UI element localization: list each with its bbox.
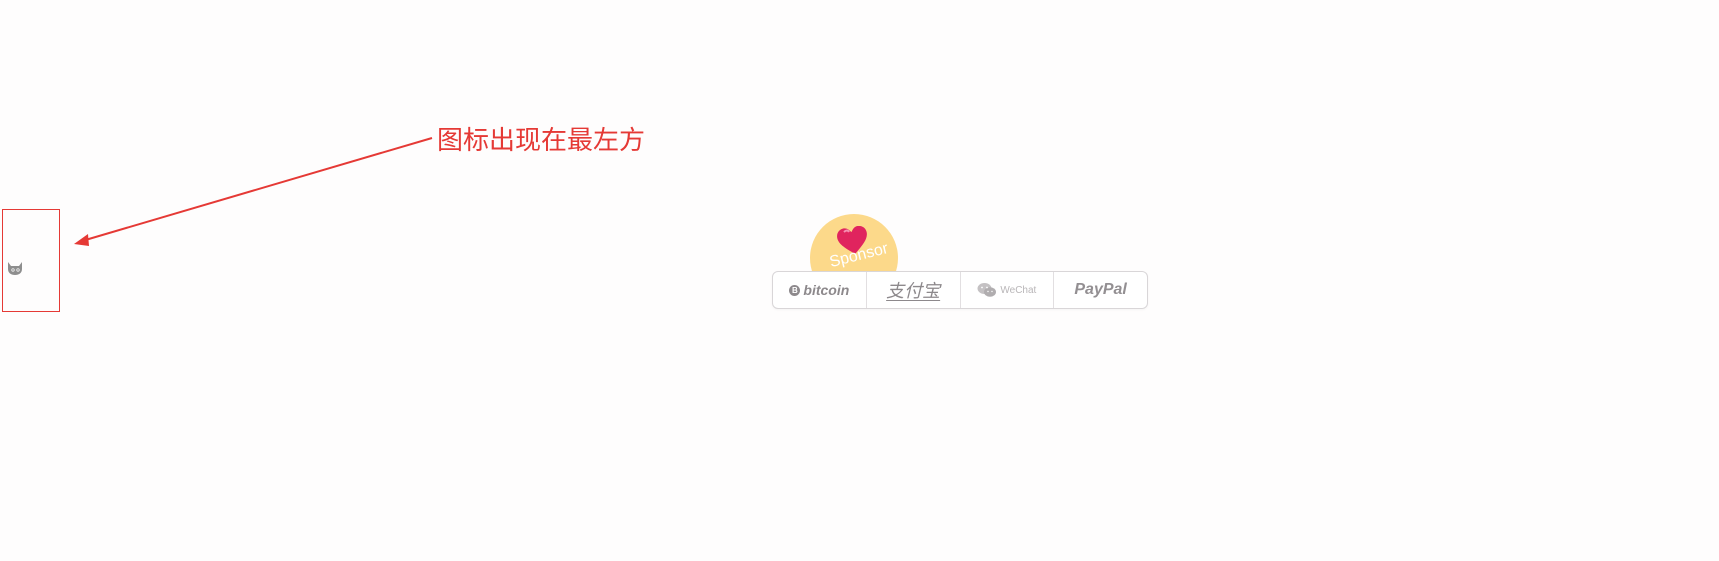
paypal-button[interactable]: PayPal <box>1054 272 1147 308</box>
annotation-text: 图标出现在最左方 <box>437 126 646 156</box>
page: 图标出现在最左方 Sponsor B bitcoin 支付宝 WeChat Pa… <box>0 0 1719 561</box>
alipay-button[interactable]: 支付宝 <box>867 272 961 308</box>
payment-methods-bar: B bitcoin 支付宝 WeChat PayPal <box>772 271 1148 309</box>
bitcoin-button[interactable]: B bitcoin <box>773 272 867 308</box>
paypal-label: PayPal <box>1074 281 1127 298</box>
wechat-button[interactable]: WeChat <box>961 272 1055 308</box>
wechat-icon <box>977 283 997 297</box>
bitcoin-label: bitcoin <box>803 282 850 298</box>
bitcoin-icon: B <box>789 284 801 296</box>
cat-icon[interactable] <box>5 258 25 276</box>
sponsor-widget: Sponsor B bitcoin 支付宝 WeChat PayPal <box>772 214 1148 310</box>
wechat-label: WeChat <box>1000 284 1037 296</box>
alipay-label: 支付宝 <box>886 281 941 302</box>
